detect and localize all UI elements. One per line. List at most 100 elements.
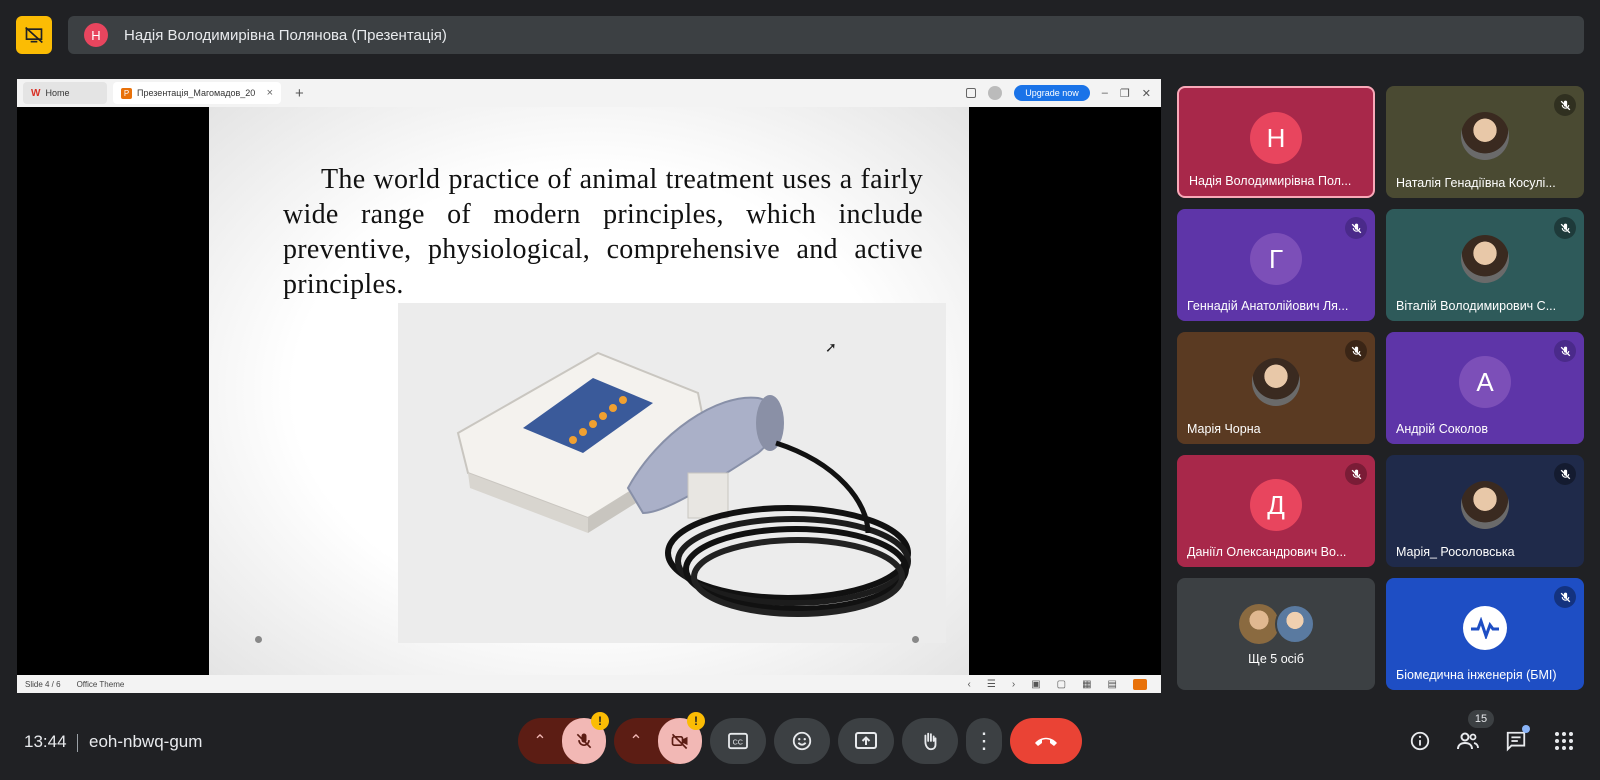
participant-tile[interactable]: Н Надія Володимирівна Пол... bbox=[1177, 86, 1375, 198]
mic-muted-icon bbox=[1345, 217, 1367, 239]
mic-muted-icon bbox=[1554, 217, 1576, 239]
participant-tile[interactable]: Д Даніїл Олександрович Во... bbox=[1177, 455, 1375, 567]
divider bbox=[77, 734, 78, 752]
raise-hand-button[interactable] bbox=[902, 718, 958, 764]
participants-count-badge: 15 bbox=[1468, 710, 1494, 728]
slide-dot-left bbox=[255, 636, 262, 643]
meet-window: Н Надія Володимирівна Полянова (Презента… bbox=[0, 0, 1600, 780]
participant-name: Даніїл Олександрович Во... bbox=[1187, 545, 1347, 559]
shared-screen: W Home P Презентація_Магомадов_20 × + Up… bbox=[17, 79, 1161, 693]
present-screen-icon bbox=[855, 732, 877, 749]
participant-name: Марія_ Росоловська bbox=[1396, 545, 1515, 559]
prev-slide-icon[interactable]: ‹ bbox=[968, 679, 971, 690]
participant-name: Ще 5 осіб bbox=[1248, 652, 1304, 666]
mic-muted-icon bbox=[1554, 586, 1576, 608]
presenter-avatar: Н bbox=[84, 23, 108, 47]
mic-muted-icon bbox=[1345, 340, 1367, 362]
participant-tile[interactable]: А Андрій Соколов bbox=[1386, 332, 1584, 444]
captions-button[interactable]: CC bbox=[710, 718, 766, 764]
device-image bbox=[398, 303, 946, 643]
theme-label: Office Theme bbox=[76, 679, 125, 689]
tab-presentation[interactable]: P Презентація_Магомадов_20 × bbox=[113, 82, 281, 104]
participant-tile[interactable]: Віталій Володимирович С... bbox=[1386, 209, 1584, 321]
app-titlebar: W Home P Презентація_Магомадов_20 × + Up… bbox=[17, 79, 1161, 107]
present-button[interactable] bbox=[838, 718, 894, 764]
restore-icon[interactable]: ❐ bbox=[1120, 87, 1130, 100]
camera-warning-badge: ! bbox=[687, 712, 705, 730]
slide-counter: Slide 4 / 6 bbox=[25, 679, 61, 689]
grid-view-icon[interactable]: ▦ bbox=[1082, 679, 1091, 690]
mouse-cursor-icon: ➚ bbox=[825, 339, 837, 355]
upgrade-button[interactable]: Upgrade now bbox=[1014, 85, 1090, 101]
info-icon bbox=[1410, 731, 1430, 751]
reading-view-icon[interactable]: ▤ bbox=[1108, 679, 1117, 690]
minimize-icon[interactable]: – bbox=[1102, 87, 1108, 99]
camera-control-group: ⌃ ! bbox=[614, 712, 705, 764]
participant-name: Геннадій Анатолійович Ля... bbox=[1187, 299, 1349, 313]
close-window-icon[interactable]: ✕ bbox=[1142, 87, 1151, 100]
normal-view-icon[interactable]: ▢ bbox=[1057, 679, 1066, 690]
participant-photo bbox=[1461, 235, 1509, 283]
mic-muted-icon bbox=[1554, 463, 1576, 485]
leave-call-button[interactable] bbox=[1010, 718, 1082, 764]
notes-icon[interactable]: ▣ bbox=[1031, 679, 1040, 690]
activities-button[interactable] bbox=[1551, 728, 1577, 754]
participant-photo bbox=[1252, 358, 1300, 406]
wps-logo-icon: W bbox=[31, 87, 41, 99]
participant-avatar: А bbox=[1459, 356, 1511, 408]
apps-grid-icon bbox=[1555, 732, 1573, 750]
emoji-icon bbox=[792, 731, 812, 751]
chat-notification-dot bbox=[1522, 725, 1530, 733]
presenter-label: Надія Володимирівна Полянова (Презентаці… bbox=[124, 26, 447, 44]
camera-off-icon bbox=[671, 733, 688, 750]
participant-name: Марія Чорна bbox=[1187, 422, 1261, 436]
window-switch-icon[interactable] bbox=[966, 88, 977, 98]
participant-name: Наталія Генадіївна Косулі... bbox=[1396, 176, 1556, 190]
tab-home[interactable]: W Home bbox=[23, 82, 107, 104]
stop-presenting-icon bbox=[25, 26, 43, 44]
people-button[interactable] bbox=[1455, 728, 1481, 754]
close-tab-icon[interactable]: × bbox=[267, 87, 273, 99]
account-avatar[interactable] bbox=[988, 86, 1003, 100]
app-statusbar: Slide 4 / 6 Office Theme ‹ ☰ › ▣ ▢ ▦ ▤ bbox=[17, 675, 1161, 693]
participant-tile[interactable]: Г Геннадій Анатолійович Ля... bbox=[1177, 209, 1375, 321]
meeting-code: eoh-nbwq-gum bbox=[89, 732, 203, 751]
presentation-icon[interactable] bbox=[16, 16, 52, 54]
mic-warning-badge: ! bbox=[591, 712, 609, 730]
slide-viewport: The world practice of animal treatment u… bbox=[17, 107, 1161, 675]
participant-tile[interactable]: Біомедична інженерія (БМІ) bbox=[1386, 578, 1584, 690]
participant-tile[interactable]: Наталія Генадіївна Косулі... bbox=[1386, 86, 1584, 198]
participant-tile[interactable]: Марія Чорна bbox=[1177, 332, 1375, 444]
mic-off-icon bbox=[576, 733, 592, 749]
next-slide-icon[interactable]: › bbox=[1012, 679, 1015, 690]
meeting-info-button[interactable] bbox=[1407, 728, 1433, 754]
tab-presentation-label: Презентація_Магомадов_20 bbox=[137, 88, 256, 98]
participant-avatar: Д bbox=[1250, 479, 1302, 531]
participant-name: Віталій Володимирович С... bbox=[1396, 299, 1557, 313]
mic-options-chevron-icon[interactable]: ⌃ bbox=[518, 731, 562, 751]
titlebar-controls: Upgrade now – ❐ ✕ bbox=[966, 85, 1161, 101]
mic-muted-icon bbox=[1554, 340, 1576, 362]
camera-options-chevron-icon[interactable]: ⌃ bbox=[614, 731, 658, 751]
emoji-button[interactable] bbox=[774, 718, 830, 764]
more-options-button[interactable]: ⋮ bbox=[966, 718, 1002, 764]
participant-avatar: Н bbox=[1250, 112, 1302, 164]
presentation-file-icon: P bbox=[121, 87, 132, 99]
svg-text:CC: CC bbox=[733, 738, 743, 747]
participant-tile[interactable]: Марія_ Росоловська bbox=[1386, 455, 1584, 567]
participant-photo bbox=[1461, 481, 1509, 529]
mic-muted-icon bbox=[1345, 463, 1367, 485]
raise-hand-icon bbox=[924, 732, 937, 751]
participant-avatar: Г bbox=[1250, 233, 1302, 285]
statusbar-controls: ‹ ☰ › ▣ ▢ ▦ ▤ bbox=[968, 678, 1161, 690]
outline-icon[interactable]: ☰ bbox=[987, 679, 996, 690]
new-tab-icon[interactable]: + bbox=[295, 85, 304, 102]
participant-tile[interactable]: Ще 5 осіб bbox=[1177, 578, 1375, 690]
people-icon bbox=[1457, 732, 1479, 750]
more-vert-icon: ⋮ bbox=[973, 728, 995, 753]
slide: The world practice of animal treatment u… bbox=[209, 107, 969, 675]
slideshow-icon[interactable] bbox=[1133, 678, 1147, 690]
chat-icon bbox=[1506, 731, 1526, 752]
clock: 13:44 bbox=[24, 732, 67, 751]
tab-home-label: Home bbox=[45, 88, 70, 98]
